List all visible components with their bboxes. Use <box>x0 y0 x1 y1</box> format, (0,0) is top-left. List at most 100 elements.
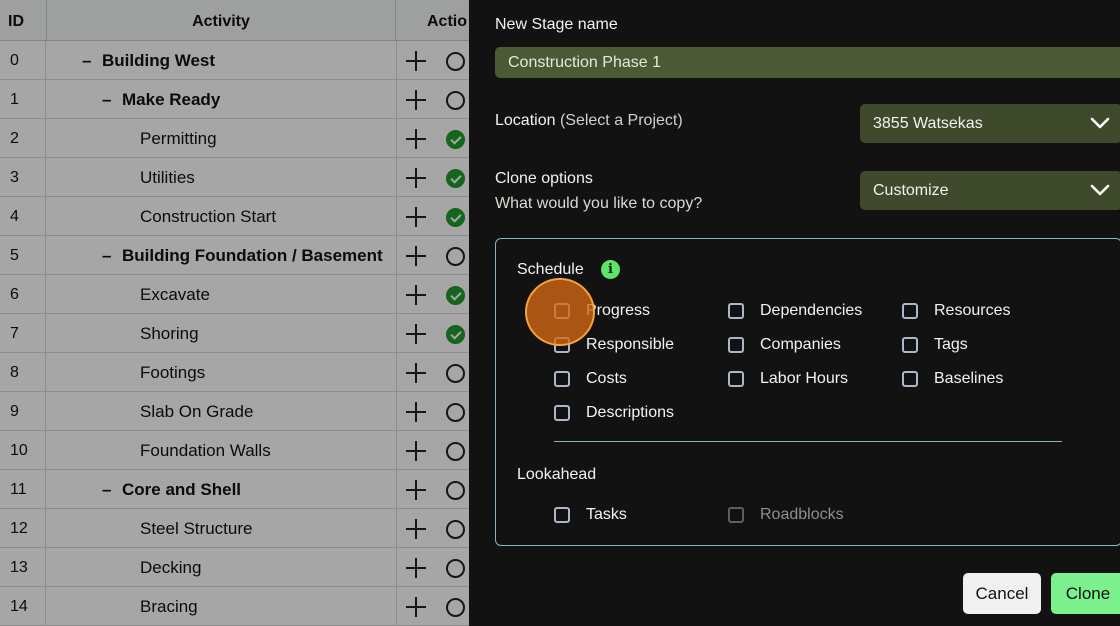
circle-icon[interactable] <box>446 52 465 71</box>
table-row[interactable]: 1 – Make Ready <box>0 80 469 119</box>
activity-name[interactable]: – Building West <box>82 41 215 80</box>
activity-label: Steel Structure <box>140 519 253 538</box>
column-divider <box>45 41 46 80</box>
add-icon[interactable] <box>405 89 427 111</box>
table-row[interactable]: 10 Foundation Walls <box>0 431 469 470</box>
activity-name[interactable]: Excavate <box>140 275 210 314</box>
collapse-icon[interactable]: – <box>102 470 116 509</box>
checkbox[interactable] <box>728 337 744 353</box>
column-divider <box>45 392 46 431</box>
collapse-icon[interactable]: – <box>102 236 116 275</box>
table-row[interactable]: 12 Steel Structure <box>0 509 469 548</box>
row-id: 2 <box>10 130 19 147</box>
table-row[interactable]: 5 – Building Foundation / Basement <box>0 236 469 275</box>
activity-name[interactable]: Slab On Grade <box>140 392 253 431</box>
add-icon[interactable] <box>405 167 427 189</box>
add-icon[interactable] <box>405 557 427 579</box>
check-circle-icon[interactable] <box>446 286 465 305</box>
table-row[interactable]: 4 Construction Start <box>0 197 469 236</box>
checkbox <box>728 507 744 523</box>
lookahead-section-title: Lookahead <box>517 466 597 483</box>
check-circle-icon[interactable] <box>446 130 465 149</box>
add-icon[interactable] <box>405 362 427 384</box>
table-header: ID Activity Actio <box>0 0 469 41</box>
activity-name[interactable]: Permitting <box>140 119 217 158</box>
circle-icon[interactable] <box>446 442 465 461</box>
add-icon[interactable] <box>405 479 427 501</box>
activity-name[interactable]: Bracing <box>140 587 198 626</box>
clone-button[interactable]: Clone <box>1051 573 1120 614</box>
circle-icon[interactable] <box>446 91 465 110</box>
add-icon[interactable] <box>405 596 427 618</box>
activity-name[interactable]: Shoring <box>140 314 199 353</box>
activity-name[interactable]: Construction Start <box>140 197 276 236</box>
cancel-button[interactable]: Cancel <box>963 573 1041 614</box>
activity-name[interactable]: Utilities <box>140 158 195 197</box>
row-id: 8 <box>10 364 19 381</box>
checkbox-label: Resources <box>934 302 1011 319</box>
activity-name[interactable]: Decking <box>140 548 201 587</box>
checkbox[interactable] <box>554 405 570 421</box>
table-row[interactable]: 13 Decking <box>0 548 469 587</box>
column-header-id[interactable]: ID <box>8 0 24 41</box>
stage-name-input[interactable]: Construction Phase 1 <box>495 47 1120 78</box>
table-row[interactable]: 0 – Building West <box>0 41 469 80</box>
checkbox[interactable] <box>902 371 918 387</box>
circle-icon[interactable] <box>446 364 465 383</box>
add-icon[interactable] <box>405 323 427 345</box>
check-circle-icon[interactable] <box>446 169 465 188</box>
activity-name[interactable]: Steel Structure <box>140 509 252 548</box>
table-row[interactable]: 8 Footings <box>0 353 469 392</box>
collapse-icon[interactable]: – <box>102 80 116 119</box>
add-icon[interactable] <box>405 128 427 150</box>
checkbox[interactable] <box>902 337 918 353</box>
location-select[interactable]: 3855 Watsekas <box>860 104 1120 143</box>
add-icon[interactable] <box>405 50 427 72</box>
circle-icon[interactable] <box>446 247 465 266</box>
activity-name[interactable]: – Make Ready <box>102 80 220 119</box>
column-divider <box>396 353 397 392</box>
click-highlight <box>525 278 595 346</box>
clone-options-select[interactable]: Customize <box>860 171 1120 210</box>
activity-name[interactable]: Footings <box>140 353 205 392</box>
collapse-icon[interactable]: – <box>82 41 96 80</box>
table-row[interactable]: 3 Utilities <box>0 158 469 197</box>
checkbox[interactable] <box>554 507 570 523</box>
checkbox-label: Descriptions <box>586 404 675 421</box>
column-divider <box>396 587 397 626</box>
table-row[interactable]: 6 Excavate <box>0 275 469 314</box>
add-icon[interactable] <box>405 440 427 462</box>
circle-icon[interactable] <box>446 403 465 422</box>
row-id: 5 <box>10 247 19 264</box>
circle-icon[interactable] <box>446 598 465 617</box>
checkbox[interactable] <box>554 371 570 387</box>
circle-icon[interactable] <box>446 559 465 578</box>
add-icon[interactable] <box>405 245 427 267</box>
column-header-activity[interactable]: Activity <box>46 0 396 41</box>
checkbox[interactable] <box>902 303 918 319</box>
table-row[interactable]: 14 Bracing <box>0 587 469 626</box>
row-id: 9 <box>10 403 19 420</box>
add-icon[interactable] <box>405 206 427 228</box>
clone-options-panel: Schedule i Progress Dependencies Resources… <box>495 238 1120 546</box>
activity-name[interactable]: – Core and Shell <box>102 470 241 509</box>
table-row[interactable]: 9 Slab On Grade <box>0 392 469 431</box>
check-circle-icon[interactable] <box>446 208 465 227</box>
activity-name[interactable]: Foundation Walls <box>140 431 271 470</box>
table-row[interactable]: 11 – Core and Shell <box>0 470 469 509</box>
add-icon[interactable] <box>405 518 427 540</box>
column-divider <box>45 119 46 158</box>
column-header-action[interactable]: Actio <box>427 0 467 41</box>
info-icon[interactable]: i <box>601 260 620 279</box>
circle-icon[interactable] <box>446 520 465 539</box>
add-icon[interactable] <box>405 401 427 423</box>
activity-name[interactable]: – Building Foundation / Basement <box>102 236 383 275</box>
chevron-down-icon <box>1090 184 1110 196</box>
add-icon[interactable] <box>405 284 427 306</box>
table-row[interactable]: 7 Shoring <box>0 314 469 353</box>
check-circle-icon[interactable] <box>446 325 465 344</box>
circle-icon[interactable] <box>446 481 465 500</box>
table-row[interactable]: 2 Permitting <box>0 119 469 158</box>
checkbox[interactable] <box>728 303 744 319</box>
checkbox[interactable] <box>728 371 744 387</box>
